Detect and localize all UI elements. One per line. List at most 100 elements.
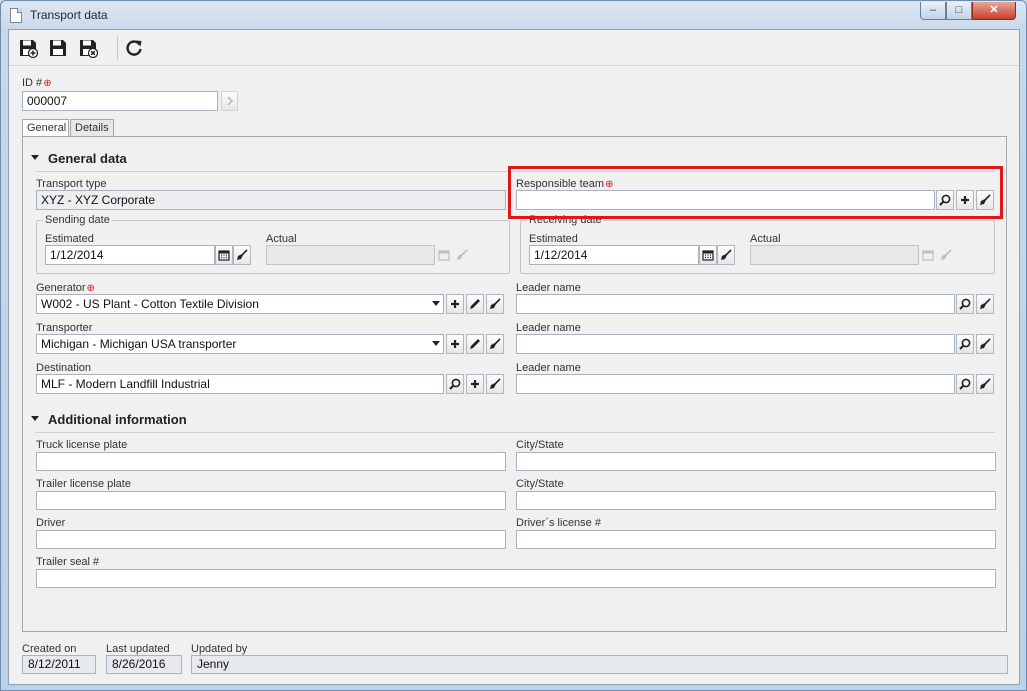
calendar-icon bbox=[702, 250, 714, 261]
transporter-add-button[interactable] bbox=[446, 334, 464, 354]
tab-details[interactable]: Details bbox=[70, 119, 114, 137]
broom-icon bbox=[980, 338, 991, 349]
sending-actual-input bbox=[266, 245, 435, 265]
save-new-button[interactable] bbox=[17, 37, 39, 59]
trailer-plate-label: Trailer license plate bbox=[36, 478, 131, 490]
generator-edit-button[interactable] bbox=[466, 294, 484, 314]
destination-input[interactable]: MLF - Modern Landfill Industrial bbox=[36, 374, 444, 394]
search-icon bbox=[959, 338, 971, 350]
sending-date-title: Sending date bbox=[43, 214, 112, 226]
driver-label: Driver bbox=[36, 517, 66, 529]
save-close-icon bbox=[80, 40, 98, 58]
collapse-triangle-icon bbox=[31, 155, 39, 161]
plus-icon bbox=[451, 300, 459, 308]
created-on-label: Created on bbox=[22, 643, 77, 655]
required-icon: ⊕ bbox=[86, 283, 95, 294]
trailer-plate-input[interactable] bbox=[36, 491, 506, 510]
truck-plate-input[interactable] bbox=[36, 452, 506, 471]
receiving-estimated-clear-button[interactable] bbox=[717, 245, 735, 265]
destination-search-button[interactable] bbox=[446, 374, 464, 394]
general-data-section-header[interactable]: General data bbox=[31, 151, 127, 166]
title-bar: Transport data ‒ □ ✕ bbox=[1, 1, 1026, 29]
maximize-button[interactable]: □ bbox=[946, 2, 972, 20]
sending-actual-label: Actual bbox=[266, 233, 297, 245]
generator-value: W002 - US Plant - Cotton Textile Divisio… bbox=[41, 297, 259, 311]
destination-label: Destination bbox=[36, 362, 92, 374]
plus-icon bbox=[451, 340, 459, 348]
truck-plate-label: Truck license plate bbox=[36, 439, 128, 451]
destination-leader-clear-button[interactable] bbox=[976, 374, 994, 394]
broom-icon bbox=[457, 249, 468, 260]
broom-icon bbox=[980, 378, 991, 389]
id-input[interactable]: 000007 bbox=[22, 91, 218, 111]
city-state-1-input[interactable] bbox=[516, 452, 996, 471]
transport-type-field: XYZ - XYZ Corporate bbox=[36, 190, 506, 210]
sending-estimated-clear-button[interactable] bbox=[233, 245, 251, 265]
dropdown-arrow-icon bbox=[432, 341, 440, 346]
transporter-label: Transporter bbox=[36, 322, 93, 334]
generator-leader-label: Leader name bbox=[516, 282, 581, 294]
generator-leader-input[interactable] bbox=[516, 294, 955, 314]
pencil-icon bbox=[470, 339, 480, 349]
trailer-seal-label: Trailer seal # bbox=[36, 556, 100, 568]
generator-leader-search-button[interactable] bbox=[956, 294, 974, 314]
refresh-icon bbox=[126, 40, 142, 56]
window-client-area: ID #⊕ 000007 General Details General dat… bbox=[8, 29, 1020, 685]
destination-leader-label: Leader name bbox=[516, 362, 581, 374]
trailer-seal-input[interactable] bbox=[36, 569, 996, 588]
broom-icon bbox=[941, 249, 952, 260]
generator-clear-button[interactable] bbox=[486, 294, 504, 314]
sending-estimated-calendar-button[interactable] bbox=[215, 245, 233, 265]
transporter-leader-input[interactable] bbox=[516, 334, 955, 354]
sending-actual-clear-button bbox=[453, 245, 471, 265]
transporter-leader-clear-button[interactable] bbox=[976, 334, 994, 354]
transport-data-window: Transport data ‒ □ ✕ ID #⊕ 000007 Genera… bbox=[0, 0, 1027, 691]
required-icon: ⊕ bbox=[43, 78, 52, 89]
transporter-clear-button[interactable] bbox=[486, 334, 504, 354]
city-state-2-input[interactable] bbox=[516, 491, 996, 510]
created-on-field: 8/12/2011 bbox=[22, 655, 96, 674]
receiving-actual-input bbox=[750, 245, 919, 265]
generator-select[interactable]: W002 - US Plant - Cotton Textile Divisio… bbox=[36, 294, 444, 314]
id-next-button[interactable] bbox=[221, 91, 238, 111]
sending-estimated-input[interactable]: 1/12/2014 bbox=[45, 245, 215, 265]
id-label: ID #⊕ bbox=[22, 77, 52, 89]
broom-icon bbox=[490, 378, 501, 389]
receiving-estimated-input[interactable]: 1/12/2014 bbox=[529, 245, 699, 265]
toolbar bbox=[9, 30, 1019, 66]
minimize-button[interactable]: ‒ bbox=[920, 2, 946, 20]
calendar-icon bbox=[438, 250, 450, 261]
broom-icon bbox=[980, 298, 991, 309]
additional-info-section-header[interactable]: Additional information bbox=[31, 412, 187, 427]
save-icon bbox=[50, 40, 66, 56]
drivers-license-input[interactable] bbox=[516, 530, 996, 549]
generator-label: Generator⊕ bbox=[36, 282, 95, 294]
document-icon bbox=[10, 8, 22, 23]
broom-icon bbox=[721, 249, 732, 260]
save-button[interactable] bbox=[47, 37, 69, 59]
transporter-edit-button[interactable] bbox=[466, 334, 484, 354]
generator-add-button[interactable] bbox=[446, 294, 464, 314]
calendar-icon bbox=[218, 250, 230, 261]
destination-leader-search-button[interactable] bbox=[956, 374, 974, 394]
close-button[interactable]: ✕ bbox=[972, 2, 1016, 20]
transporter-leader-search-button[interactable] bbox=[956, 334, 974, 354]
search-icon bbox=[959, 298, 971, 310]
transport-type-label: Transport type bbox=[36, 178, 107, 190]
destination-leader-input[interactable] bbox=[516, 374, 955, 394]
section-divider bbox=[35, 432, 995, 433]
receiving-estimated-calendar-button[interactable] bbox=[699, 245, 717, 265]
driver-input[interactable] bbox=[36, 530, 506, 549]
destination-add-button[interactable] bbox=[466, 374, 484, 394]
receiving-actual-calendar-button bbox=[919, 245, 937, 265]
collapse-triangle-icon bbox=[31, 416, 39, 422]
refresh-button[interactable] bbox=[123, 37, 145, 59]
save-close-button[interactable] bbox=[77, 37, 99, 59]
search-icon bbox=[449, 378, 461, 390]
updated-by-label: Updated by bbox=[191, 643, 248, 655]
city-state-2-label: City/State bbox=[516, 478, 564, 490]
broom-icon bbox=[490, 338, 501, 349]
generator-leader-clear-button[interactable] bbox=[976, 294, 994, 314]
destination-clear-button[interactable] bbox=[486, 374, 504, 394]
transporter-select[interactable]: Michigan - Michigan USA transporter bbox=[36, 334, 444, 354]
